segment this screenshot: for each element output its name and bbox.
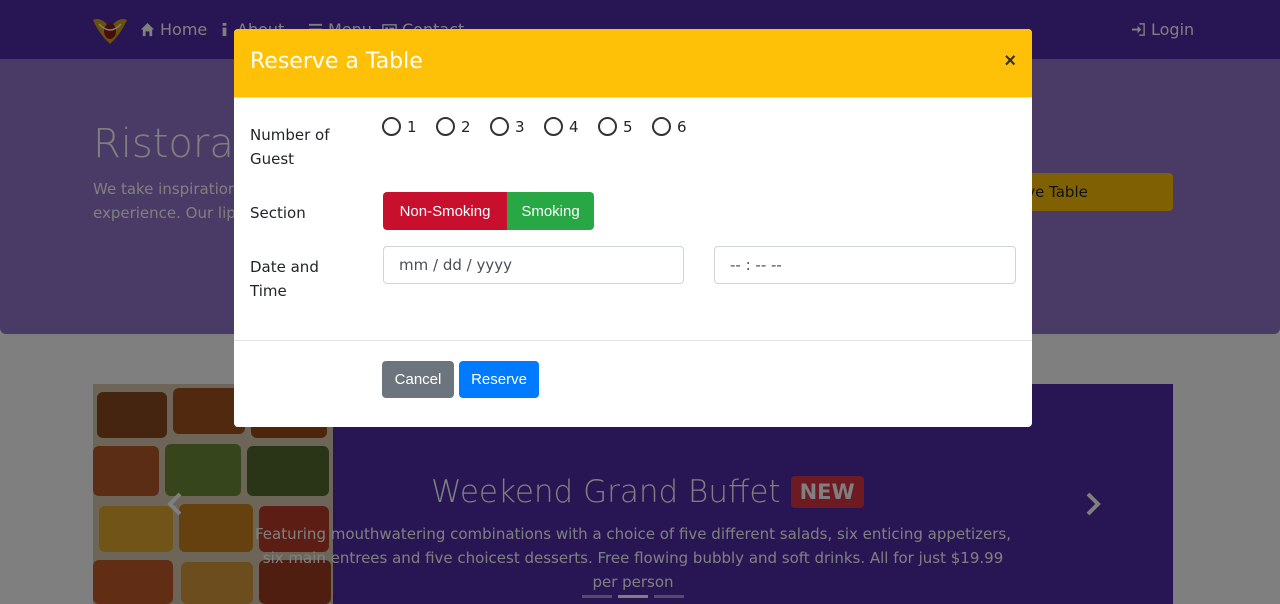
guest-radio-label: 2 — [461, 117, 471, 136]
guests-label: Number of Guest — [250, 126, 330, 168]
radio-circle-icon[interactable] — [652, 117, 671, 136]
radio-circle-icon[interactable] — [382, 117, 401, 136]
section-toggle: Non-Smoking Smoking — [383, 192, 594, 230]
datetime-label: Date and Time — [250, 258, 319, 300]
date-input[interactable]: mm / dd / yyyy — [383, 246, 684, 284]
guests-radio-group: 1 2 3 4 5 6 — [382, 117, 706, 136]
modal-divider — [234, 340, 1032, 341]
guest-radio-label: 5 — [623, 117, 633, 136]
cancel-button[interactable]: Cancel — [382, 361, 454, 398]
modal-title: Reserve a Table — [250, 49, 423, 74]
guest-radio-label: 4 — [569, 117, 579, 136]
radio-circle-icon[interactable] — [436, 117, 455, 136]
guest-radio-2[interactable]: 2 — [436, 117, 475, 136]
reserve-modal: Reserve a Table × Number of Guest 1 2 3 4 5 6… — [234, 29, 1032, 427]
guest-radio-1[interactable]: 1 — [382, 117, 421, 136]
close-button[interactable]: × — [1004, 51, 1016, 71]
modal-header: Reserve a Table × — [234, 29, 1032, 98]
guest-radio-label: 6 — [677, 117, 687, 136]
time-input[interactable]: -- : -- -- — [714, 246, 1016, 284]
guest-radio-4[interactable]: 4 — [544, 117, 583, 136]
section-label: Section — [250, 204, 306, 222]
non-smoking-button[interactable]: Non-Smoking — [383, 192, 507, 230]
guest-radio-3[interactable]: 3 — [490, 117, 529, 136]
guest-radio-5[interactable]: 5 — [598, 117, 637, 136]
guest-radio-label: 1 — [407, 117, 417, 136]
guest-radio-label: 3 — [515, 117, 525, 136]
reserve-button[interactable]: Reserve — [459, 361, 539, 398]
radio-circle-icon[interactable] — [598, 117, 617, 136]
radio-circle-icon[interactable] — [544, 117, 563, 136]
guest-radio-6[interactable]: 6 — [652, 117, 691, 136]
smoking-button[interactable]: Smoking — [507, 192, 594, 230]
radio-circle-icon[interactable] — [490, 117, 509, 136]
